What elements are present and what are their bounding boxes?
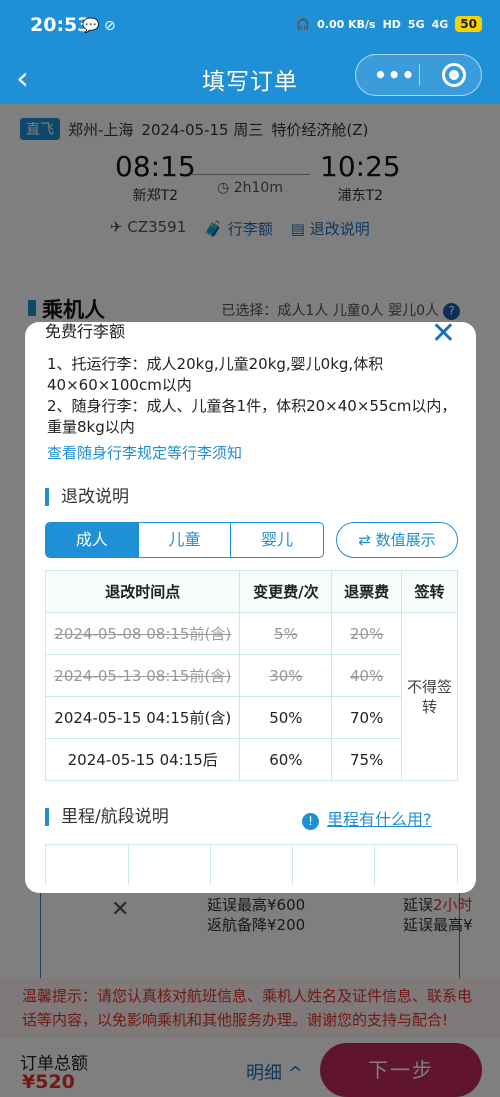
app-icon: ⊘ (104, 18, 116, 34)
mileage-section-title: 里程/航段说明 (45, 808, 169, 826)
baggage-notice-link[interactable]: 查看随身行李规定等行李须知 (47, 442, 242, 463)
table-row: 2024-05-15 04:15前(含) 50% 70% (44, 696, 458, 739)
mileage-table-top (45, 844, 458, 885)
hd-badge: HD (382, 17, 401, 31)
peek-divider (374, 845, 375, 885)
row-time: 2024-05-08 08:15前(含) (44, 612, 241, 655)
table-row: 2024-05-13 08:15前(含) 30% 40% (44, 654, 458, 697)
table-row: 2024-05-08 08:15前(含) 5% 20% 不得签转 (44, 612, 458, 781)
peek-divider (292, 845, 293, 885)
row-change: 60% (239, 738, 333, 781)
tab-infant[interactable]: 婴儿 (231, 523, 323, 557)
peek-divider (210, 845, 211, 885)
baggage-section-title: 免费行李额 (45, 322, 126, 341)
baggage-rule-carryon: 2、随身行李：成人、儿童各1件，体积20×40×55cm以内，重量8kg以内 (47, 397, 457, 436)
row-refund: 20% (331, 612, 403, 655)
headphone-icon: 🎧 (296, 17, 311, 31)
net-speed: 0.00 KB/s (317, 17, 376, 31)
table-header-row: 退改时间点 变更费/次 退票费 签转 (44, 570, 458, 613)
sign-transfer: 不得签转 (401, 612, 458, 781)
refund-section-title: 退改说明 (45, 488, 129, 506)
row-time: 2024-05-13 08:15前(含) (44, 654, 241, 697)
more-button[interactable]: ••• (374, 63, 415, 87)
numeric-display-button[interactable]: ⇄ 数值展示 (336, 522, 458, 558)
chat-icon: 💬 (82, 18, 100, 34)
refund-table: 退改时间点 变更费/次 退票费 签转 2024-05-08 08:15前(含) … (44, 570, 458, 781)
status-right: 🎧 0.00 KB/s HD 5G 4G 50 (296, 16, 482, 32)
baggage-refund-modal: 免费行李额 ✕ 1、托运行李：成人20kg,儿童20kg,婴儿0kg,体积40×… (25, 322, 476, 893)
passenger-type-tabs: 成人 儿童 婴儿 (45, 522, 324, 558)
close-icon[interactable]: ✕ (431, 322, 456, 351)
row-change: 50% (239, 696, 333, 739)
tab-child[interactable]: 儿童 (139, 523, 232, 557)
baggage-rule-checked: 1、托运行李：成人20kg,儿童20kg,婴儿0kg,体积40×60×100cm… (47, 355, 384, 394)
status-bar: 20:53 💬 ⊘ 🎧 0.00 KB/s HD 5G 4G 50 (0, 0, 500, 54)
table-row: 2024-05-15 04:15后 60% 75% (44, 738, 458, 781)
mileage-help-link[interactable]: ! 里程有什么用? (302, 806, 432, 830)
col-refund: 退票费 (331, 570, 403, 613)
capsule-divider (419, 64, 420, 86)
col-sign: 签转 (401, 570, 458, 613)
row-change: 5% (239, 612, 333, 655)
row-time: 2024-05-15 04:15后 (44, 738, 241, 781)
row-refund: 70% (331, 696, 403, 739)
battery-level: 50 (455, 16, 482, 32)
peek-divider (128, 845, 129, 885)
tab-adult[interactable]: 成人 (46, 523, 139, 557)
miniprogram-capsule: ••• (355, 54, 482, 96)
row-refund: 75% (331, 738, 403, 781)
network-4g: 4G (431, 17, 449, 31)
mileage-link-text: 里程有什么用? (327, 810, 432, 829)
col-time: 退改时间点 (44, 570, 241, 613)
row-change: 30% (239, 654, 333, 697)
row-time: 2024-05-15 04:15前(含) (44, 696, 241, 739)
row-refund: 40% (331, 654, 403, 697)
nav-bar: ‹ 填写订单 ••• (0, 54, 500, 104)
info-icon: ! (302, 813, 319, 830)
col-change: 变更费/次 (239, 570, 333, 613)
network-5g: 5G (407, 17, 425, 31)
close-miniprogram-icon[interactable] (442, 63, 466, 87)
